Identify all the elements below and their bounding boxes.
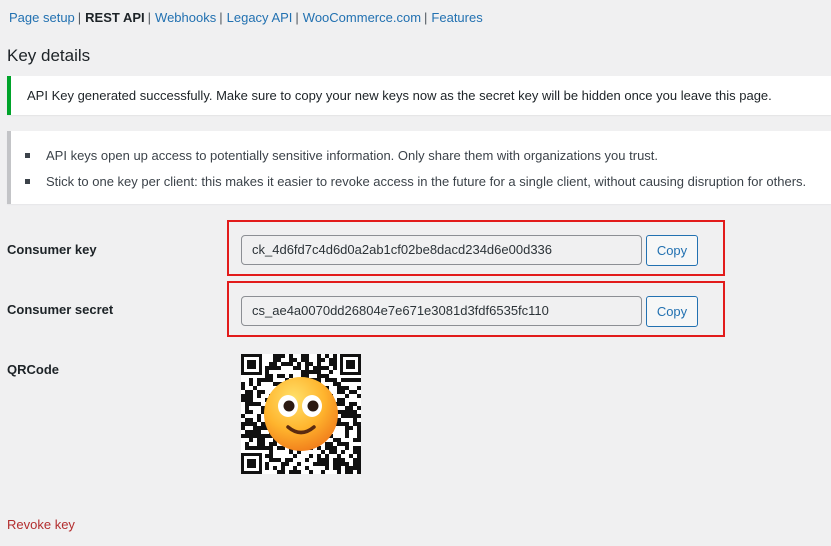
- subnav-legacy-api[interactable]: Legacy API: [227, 10, 293, 25]
- consumer-key-label: Consumer key: [7, 242, 97, 257]
- copy-consumer-key-button[interactable]: Copy: [646, 235, 698, 266]
- consumer-secret-label: Consumer secret: [7, 302, 114, 317]
- square-bullet-icon: [25, 153, 30, 158]
- qr-code: [241, 354, 361, 474]
- info-notice: API keys open up access to potentially s…: [7, 131, 831, 204]
- consumer-key-highlight-box: ck_4d6fd7c4d6d0a2ab1cf02be8dacd234d6e00d…: [227, 220, 725, 276]
- info-notice-item: Stick to one key per client: this makes …: [21, 174, 831, 200]
- success-notice: API Key generated successfully. Make sur…: [7, 76, 831, 115]
- qr-finder-bottom-left: [241, 453, 262, 474]
- consumer-key-input[interactable]: ck_4d6fd7c4d6d0a2ab1cf02be8dacd234d6e00d…: [241, 235, 642, 265]
- subnav-separator: |: [424, 10, 428, 25]
- qr-finder-top-right: [340, 354, 361, 375]
- qrcode-label: QRCode: [7, 362, 59, 377]
- consumer-secret-input[interactable]: cs_ae4a0070dd26804e7e671e3081d3fdf6535fc…: [241, 296, 642, 326]
- settings-subnav: Page setup | REST API | Webhooks | Legacy API |…: [9, 10, 483, 26]
- subnav-separator: |: [77, 10, 82, 25]
- subnav-woocommerce-com[interactable]: WooCommerce.com: [303, 10, 421, 25]
- page-title: Key details: [7, 46, 91, 65]
- success-notice-text: API Key generated successfully. Make sur…: [27, 88, 772, 103]
- subnav-features[interactable]: Features: [431, 10, 482, 25]
- subnav-webhooks[interactable]: Webhooks: [155, 10, 216, 25]
- subnav-separator: |: [147, 10, 152, 25]
- copy-consumer-secret-button[interactable]: Copy: [646, 296, 698, 327]
- smiling-face-emoji-icon: [264, 377, 338, 451]
- info-notice-item-text: Stick to one key per client: this makes …: [46, 174, 807, 189]
- subnav-separator: |: [219, 10, 223, 25]
- subnav-page-setup[interactable]: Page setup: [9, 10, 75, 25]
- info-notice-item: API keys open up access to potentially s…: [21, 148, 831, 174]
- consumer-secret-highlight-box: cs_ae4a0070dd26804e7e671e3081d3fdf6535fc…: [227, 281, 725, 337]
- info-notice-list: API keys open up access to potentially s…: [11, 131, 831, 200]
- qr-code-image: [241, 354, 361, 474]
- revoke-key-link[interactable]: Revoke key: [7, 517, 75, 532]
- info-notice-item-text: API keys open up access to potentially s…: [46, 148, 659, 163]
- qr-finder-top-left: [241, 354, 262, 375]
- square-bullet-icon: [25, 179, 30, 184]
- subnav-rest-api[interactable]: REST API: [85, 10, 144, 25]
- subnav-separator: |: [295, 10, 299, 25]
